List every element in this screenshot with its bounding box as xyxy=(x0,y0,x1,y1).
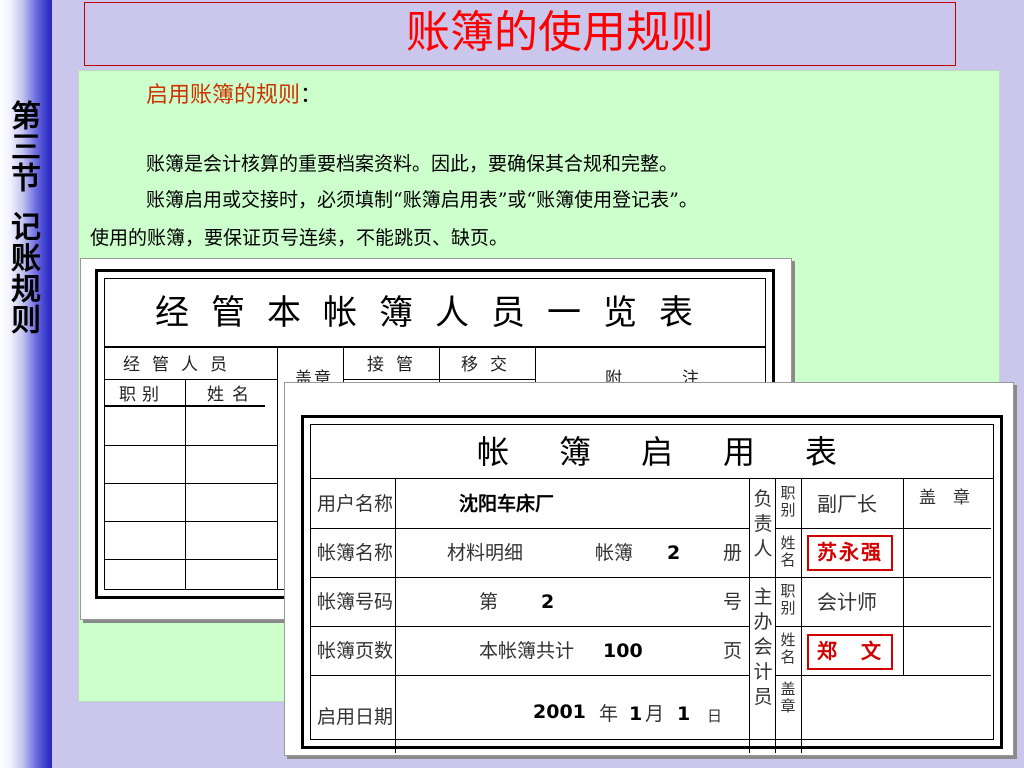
form-grid-line xyxy=(775,479,776,753)
section-label: 第三节记账规则 xyxy=(5,100,40,335)
subheading-colon: ： xyxy=(300,83,323,108)
name-label-1: 姓名 xyxy=(780,534,796,569)
pages-prefix: 本帐簿共计 xyxy=(479,640,575,662)
sub-post-header: 职别 xyxy=(119,385,165,405)
seal-header: 盖 章 xyxy=(919,488,970,508)
staff-grid-line xyxy=(277,347,278,589)
staff-grid-line xyxy=(185,379,186,589)
accountant-name-stamp: 郑 文 xyxy=(807,634,893,670)
accountant-label: 主办会计员 xyxy=(753,586,773,708)
form-grid-line xyxy=(311,675,749,676)
book-start-table: 帐簿启用表 用户名称 帐簿名称 帐簿号码 帐簿页数 启用日期 沈阳车床厂 材料明… xyxy=(310,424,994,753)
date-day-value: 1 xyxy=(677,703,691,725)
sub-name-header: 姓名 xyxy=(207,385,257,405)
col-takeover-header: 接管 xyxy=(367,355,425,375)
label-book-pages: 帐簿页数 xyxy=(317,640,394,662)
form-grid-line xyxy=(903,479,904,675)
col-staff-header: 经管人员 xyxy=(123,355,239,375)
paragraph-1: 账簿是会计核算的重要档案资料。因此，要确保其合规和完整。 xyxy=(146,153,679,175)
post-label-1: 职别 xyxy=(780,484,796,519)
label-book-number: 帐簿号码 xyxy=(317,591,394,613)
staff-grid-line xyxy=(105,347,765,348)
staff-grid-line xyxy=(105,379,277,380)
page-title: 账簿的使用规则 xyxy=(406,7,714,58)
staff-grid-line xyxy=(105,483,277,484)
number-prefix: 第 xyxy=(479,591,499,613)
form-grid-line xyxy=(311,528,749,529)
label-start-date: 启用日期 xyxy=(317,706,394,728)
form-grid-line xyxy=(311,577,991,578)
pages-value: 100 xyxy=(603,640,643,662)
accountant-post: 会计师 xyxy=(817,590,877,614)
date-day-unit: 日 xyxy=(707,707,723,725)
post-label-2: 职别 xyxy=(780,582,796,617)
book-word: 帐簿 xyxy=(595,542,634,564)
responsible-post: 副厂长 xyxy=(817,492,877,516)
section-topic: 记账规则 xyxy=(5,211,40,335)
form-grid-line xyxy=(395,479,396,753)
form-grid-line xyxy=(775,675,991,676)
number-value: 2 xyxy=(541,591,555,613)
responsible-label: 负责人 xyxy=(753,488,773,560)
name-label-2: 姓名 xyxy=(780,631,796,666)
book-start-heading: 帐簿启用表 xyxy=(311,425,993,479)
seal-label: 盖章 xyxy=(780,680,796,715)
staff-list-heading: 经管本帐簿人员一览表 xyxy=(105,279,765,347)
subheading: 启用账簿的规则： xyxy=(146,82,322,110)
value-book-name: 材料明细 xyxy=(447,542,524,564)
paragraph-3: 使用的账簿，要保证页号连续，不能跳页、缺页。 xyxy=(90,227,509,249)
date-year-value: 2001 xyxy=(533,701,586,723)
number-unit: 号 xyxy=(723,591,743,613)
form-grid-line xyxy=(749,479,750,753)
date-month-value: 1 xyxy=(629,703,643,725)
section-number: 第三节 xyxy=(5,100,40,193)
date-year-unit: 年 xyxy=(599,703,619,725)
value-user-name: 沈阳车床厂 xyxy=(459,493,555,515)
form-grid-line xyxy=(801,479,802,753)
pages-unit: 页 xyxy=(723,640,743,662)
staff-grid-line xyxy=(105,445,277,446)
label-user-name: 用户名称 xyxy=(317,493,394,515)
subheading-text: 启用账簿的规则 xyxy=(146,83,301,108)
book-unit: 册 xyxy=(723,542,743,564)
label-book-name: 帐簿名称 xyxy=(317,542,394,564)
form-grid-line xyxy=(775,626,991,627)
responsible-name-stamp: 苏永强 xyxy=(807,535,893,571)
form-grid-line xyxy=(311,626,749,627)
form-grid-line xyxy=(775,528,991,529)
date-month-unit: 月 xyxy=(645,703,665,725)
paragraph-2: 账簿启用或交接时，必须填制“账簿启用表”或“账簿使用登记表”。 xyxy=(146,189,698,211)
title-box: 账簿的使用规则 xyxy=(84,2,956,66)
book-start-outer-border: 帐簿启用表 用户名称 帐簿名称 帐簿号码 帐簿页数 启用日期 沈阳车床厂 材料明… xyxy=(301,415,1003,753)
staff-grid-line xyxy=(105,521,277,522)
book-count: 2 xyxy=(667,542,681,564)
staff-grid-line xyxy=(105,559,277,560)
book-start-form-image: 帐簿启用表 用户名称 帐簿名称 帐簿号码 帐簿页数 启用日期 沈阳车床厂 材料明… xyxy=(284,382,1014,756)
col-handover-header: 移交 xyxy=(461,355,519,375)
